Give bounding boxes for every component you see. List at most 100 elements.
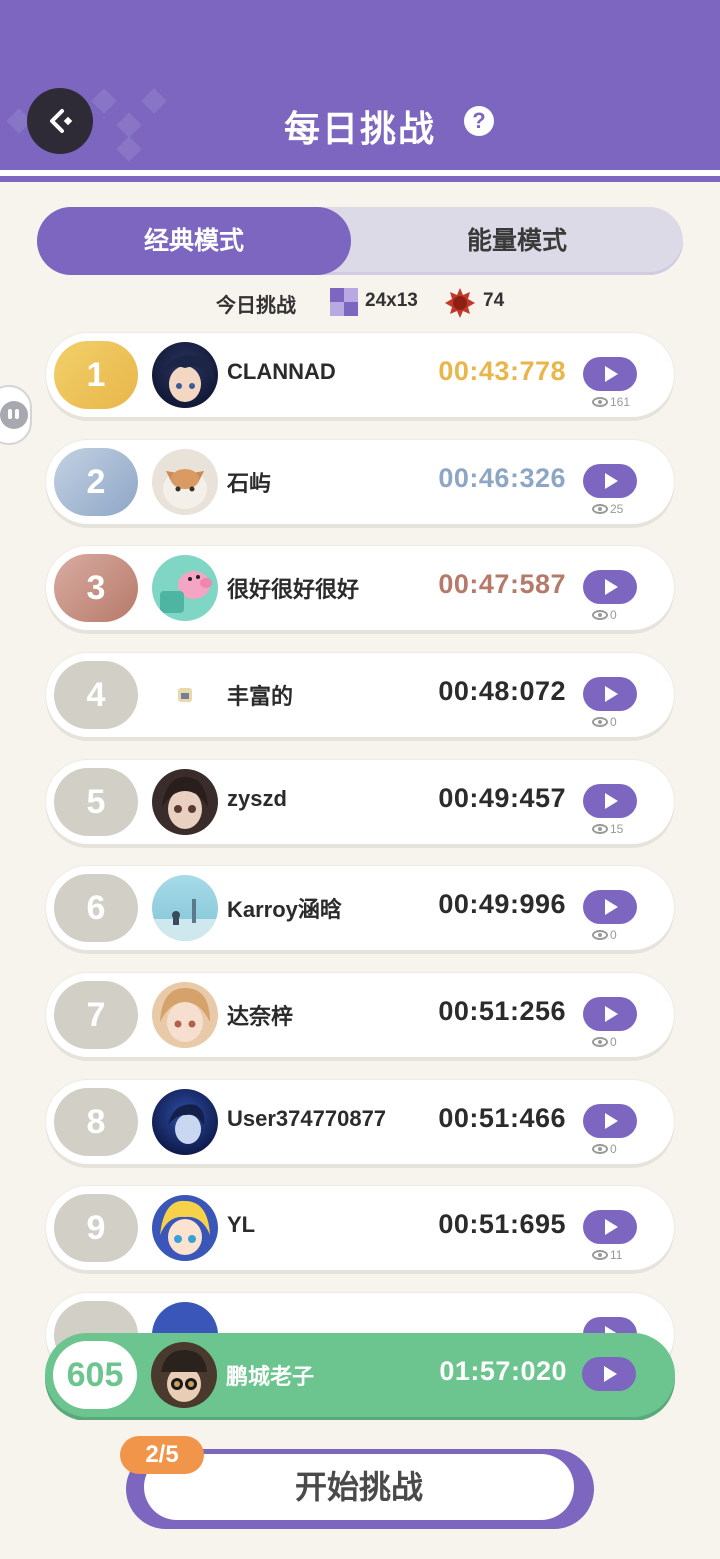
play-replay-button[interactable] bbox=[583, 890, 637, 924]
view-count-value: 161 bbox=[610, 395, 631, 409]
view-count: 161 bbox=[592, 395, 630, 409]
pause-icon bbox=[0, 401, 28, 429]
player-name: zyszd bbox=[227, 786, 287, 811]
player-name: 丰富的 bbox=[227, 684, 294, 709]
avatar bbox=[152, 555, 218, 621]
avatar-image bbox=[158, 355, 214, 402]
avatar-image bbox=[168, 1104, 205, 1144]
my-rank-badge: 605 bbox=[53, 1341, 137, 1409]
rank-badge: 6 bbox=[54, 874, 138, 942]
eye-icon bbox=[592, 397, 608, 407]
leaderboard-row: 9 YL 00:51:695 11 bbox=[46, 1186, 674, 1270]
avatar-image bbox=[152, 899, 218, 941]
avatar-image bbox=[161, 1350, 207, 1402]
play-replay-button[interactable] bbox=[583, 570, 637, 604]
my-avatar bbox=[151, 1342, 217, 1408]
page-title: 每日挑战 bbox=[283, 108, 436, 149]
view-count-value: 0 bbox=[610, 1142, 617, 1156]
leaderboard-row: 4 丰富的 00:48:072 0 bbox=[46, 653, 674, 737]
view-count: 0 bbox=[592, 928, 617, 942]
my-rank-row: 605 鹏城老子 01:57:020 bbox=[45, 1333, 675, 1417]
tab-energy[interactable]: 能量模式 bbox=[351, 207, 683, 275]
eye-icon bbox=[592, 717, 608, 727]
attempts-badge: 2/5 bbox=[120, 1436, 204, 1474]
player-name: User374770877 bbox=[227, 1106, 387, 1131]
player-name: YL bbox=[227, 1212, 256, 1237]
leaderboard-row: 5 zyszd 00:49:457 15 bbox=[46, 760, 674, 844]
eye-icon bbox=[592, 610, 608, 620]
play-replay-button[interactable] bbox=[583, 1210, 637, 1244]
view-count: 0 bbox=[592, 608, 617, 622]
play-replay-button[interactable] bbox=[583, 997, 637, 1031]
record-time: 00:47:587 bbox=[438, 569, 566, 599]
play-replay-button[interactable] bbox=[583, 357, 637, 391]
rank-badge: 1 bbox=[54, 341, 138, 409]
avatar bbox=[152, 875, 218, 941]
view-count-value: 0 bbox=[610, 928, 617, 942]
avatar bbox=[152, 1089, 218, 1155]
player-name: 很好很好很好 bbox=[227, 577, 360, 602]
view-count-value: 0 bbox=[610, 715, 617, 729]
play-replay-button[interactable] bbox=[583, 677, 637, 711]
record-time: 00:51:466 bbox=[438, 1103, 566, 1133]
view-count-value: 15 bbox=[610, 822, 624, 836]
challenge-info: 今日挑战 24x13 74 bbox=[0, 285, 720, 319]
view-count: 11 bbox=[592, 1248, 622, 1262]
my-player-name: 鹏城老子 bbox=[226, 1364, 315, 1389]
leaderboard-row: 3 很好很好很好 00:47:587 0 bbox=[46, 546, 674, 630]
mode-tabs: 经典模式 能量模式 bbox=[37, 207, 683, 275]
challenge-label: 今日挑战 bbox=[216, 295, 296, 317]
leaderboard-row: 6 Karroy涵晗 00:49:996 0 bbox=[46, 866, 674, 950]
leaderboard-row: 1 CLANNAD 00:43:778 161 bbox=[46, 333, 674, 417]
avatar-image bbox=[178, 688, 192, 702]
grid-size-icon bbox=[330, 288, 358, 316]
eye-icon bbox=[592, 1037, 608, 1047]
rank-badge: 7 bbox=[54, 981, 138, 1049]
avatar-image bbox=[160, 988, 210, 1042]
view-count: 15 bbox=[592, 822, 623, 836]
avatar bbox=[152, 982, 218, 1048]
leaderboard-row: 8 User374770877 00:51:466 0 bbox=[46, 1080, 674, 1164]
rank-badge: 4 bbox=[54, 661, 138, 729]
leaderboard-row: 2 石屿 00:46:326 25 bbox=[46, 440, 674, 524]
rank-badge: 9 bbox=[54, 1194, 138, 1262]
record-time: 00:48:072 bbox=[438, 676, 566, 706]
view-count: 25 bbox=[592, 502, 623, 516]
play-replay-button[interactable] bbox=[583, 1104, 637, 1138]
view-count: 0 bbox=[592, 1142, 617, 1156]
leaderboard-row: 7 达奈梓 00:51:256 0 bbox=[46, 973, 674, 1057]
record-time: 00:51:695 bbox=[438, 1209, 566, 1239]
header-bar: 每日挑战 ? bbox=[0, 0, 720, 170]
eye-icon bbox=[592, 930, 608, 940]
avatar-image bbox=[162, 777, 208, 829]
play-replay-button[interactable] bbox=[583, 784, 637, 818]
player-name: 石屿 bbox=[227, 471, 272, 496]
view-count-value: 0 bbox=[610, 1035, 617, 1049]
avatar-image bbox=[163, 469, 207, 509]
avatar bbox=[152, 449, 218, 515]
eye-icon bbox=[592, 1250, 608, 1260]
avatar-image bbox=[160, 571, 212, 613]
eye-icon bbox=[592, 824, 608, 834]
rank-badge: 3 bbox=[54, 554, 138, 622]
record-time: 00:51:256 bbox=[438, 996, 566, 1026]
help-icon[interactable]: ? bbox=[464, 106, 494, 136]
my-record-time: 01:57:020 bbox=[439, 1356, 567, 1386]
player-name: 达奈梓 bbox=[227, 1004, 294, 1029]
record-time: 00:49:996 bbox=[438, 889, 566, 919]
start-challenge-label: 开始挑战 bbox=[144, 1454, 574, 1520]
player-name: Karroy涵晗 bbox=[227, 897, 342, 922]
header-divider-accent bbox=[0, 176, 720, 182]
play-replay-button[interactable] bbox=[583, 464, 637, 498]
avatar bbox=[152, 1195, 218, 1261]
avatar-image bbox=[160, 1200, 210, 1255]
tab-classic[interactable]: 经典模式 bbox=[37, 207, 351, 275]
play-my-replay-button[interactable] bbox=[582, 1357, 636, 1391]
eye-icon bbox=[592, 504, 608, 514]
float-pause-button[interactable] bbox=[0, 385, 32, 445]
mine-count: 74 bbox=[483, 290, 505, 311]
avatar bbox=[152, 662, 218, 728]
view-count-value: 25 bbox=[610, 502, 624, 516]
view-count-value: 0 bbox=[610, 608, 617, 622]
record-time: 00:46:326 bbox=[438, 463, 566, 493]
